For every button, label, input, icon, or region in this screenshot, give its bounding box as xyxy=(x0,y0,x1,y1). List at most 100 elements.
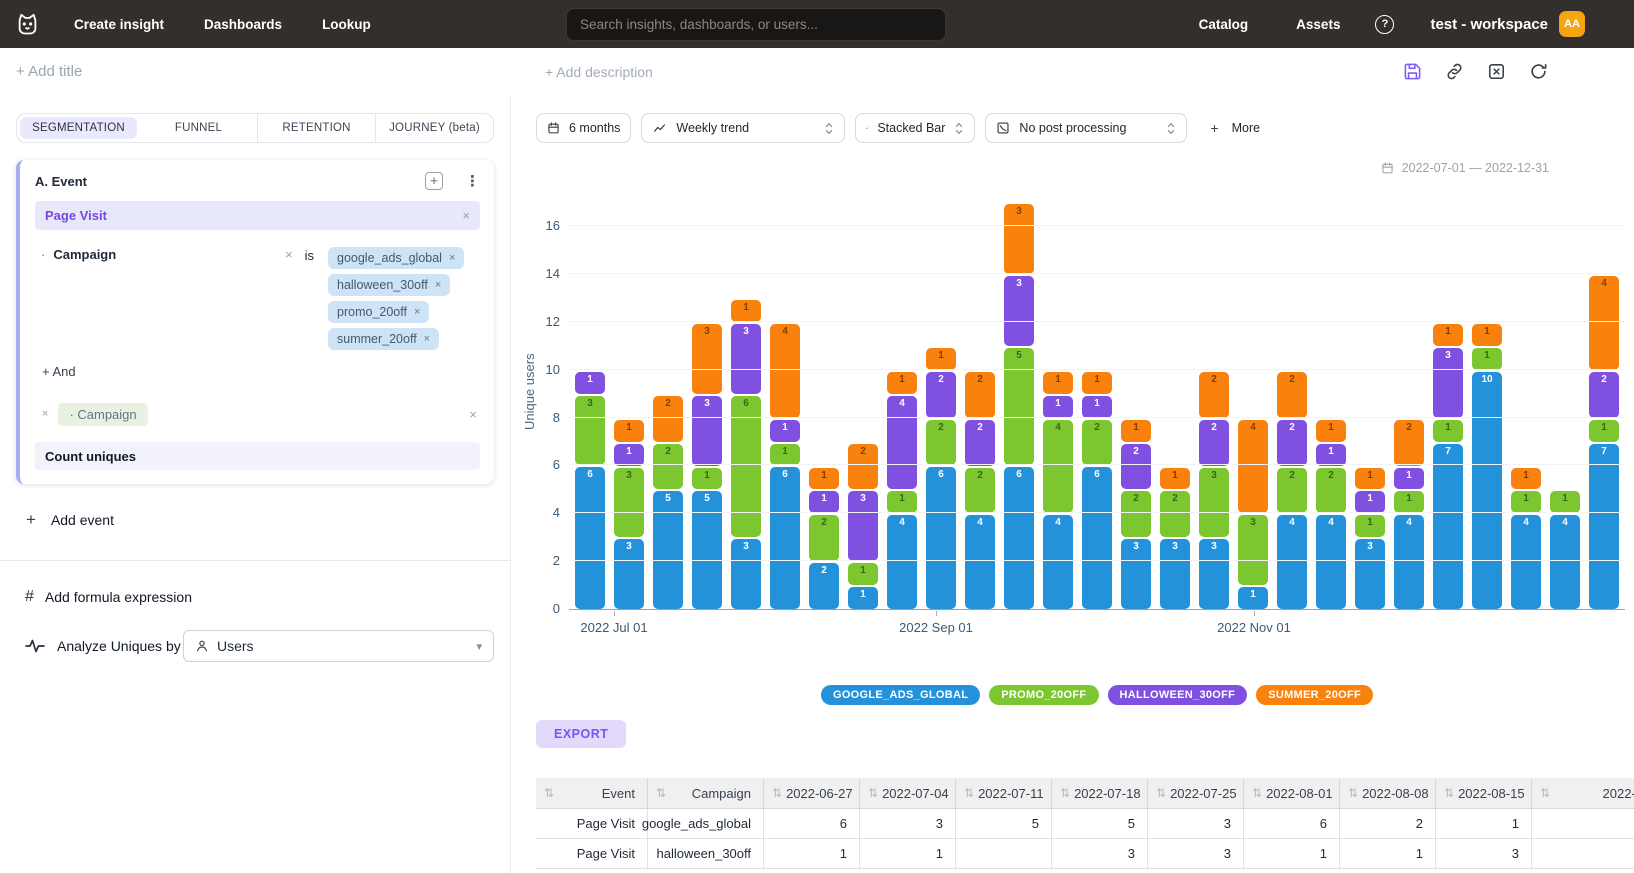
filter-value-tag[interactable]: halloween_30off× xyxy=(328,274,450,296)
bar-value-label: 2 xyxy=(1121,494,1151,504)
sort-icon[interactable]: ⇅ xyxy=(1156,786,1166,800)
remove-tag-icon[interactable]: × xyxy=(435,280,441,291)
sort-icon[interactable]: ⇅ xyxy=(1060,786,1070,800)
bar-2022-07-11[interactable]: 225 xyxy=(653,394,683,609)
post-processing-select[interactable]: No post processing xyxy=(985,113,1187,143)
bar-2022-09-26[interactable]: 1126 xyxy=(1082,370,1112,609)
refresh-icon[interactable] xyxy=(1529,62,1548,81)
bar-2022-10-24[interactable]: 431 xyxy=(1238,418,1268,609)
breakdown-property[interactable]: · Campaign xyxy=(58,403,147,426)
help-icon[interactable]: ? xyxy=(1375,15,1394,34)
bar-2022-09-12[interactable]: 3356 xyxy=(1004,202,1034,609)
bar-2022-08-29[interactable]: 1226 xyxy=(926,346,956,609)
nav-catalog[interactable]: Catalog xyxy=(1199,17,1249,32)
sort-icon[interactable]: ⇅ xyxy=(1348,786,1358,800)
clear-breakdown-icon[interactable]: × xyxy=(469,408,477,421)
remove-tag-icon[interactable]: × xyxy=(414,307,420,318)
legend-halloween_30off[interactable]: HALLOWEEN_30OFF xyxy=(1107,685,1247,705)
tab-segmentation[interactable]: SEGMENTATION xyxy=(20,117,137,139)
nav-assets[interactable]: Assets xyxy=(1296,17,1340,32)
bar-2022-09-19[interactable]: 1144 xyxy=(1043,370,1073,609)
legend-summer_20off[interactable]: SUMMER_20OFF xyxy=(1256,685,1373,705)
remove-event-icon[interactable]: × xyxy=(462,209,470,222)
bar-2022-07-25[interactable]: 1363 xyxy=(731,298,761,609)
analyze-by-select[interactable]: Users ▾ xyxy=(183,630,494,662)
results-table: ⇅Event⇅Campaign⇅2022-06-27⇅2022-07-04⇅20… xyxy=(536,778,1634,869)
bar-2022-12-26[interactable]: 4217 xyxy=(1589,274,1619,609)
bar-2022-09-05[interactable]: 2224 xyxy=(965,370,995,609)
bar-segment-summer_20off: 2 xyxy=(653,396,683,442)
bar-value-label: 1 xyxy=(1472,327,1502,337)
remove-tag-icon[interactable]: × xyxy=(449,253,455,264)
bar-2022-12-19[interactable]: 14 xyxy=(1550,489,1580,609)
bar-2022-07-18[interactable]: 3315 xyxy=(692,322,722,609)
more-options-button[interactable]: + More xyxy=(1197,120,1273,136)
sort-icon[interactable]: ⇅ xyxy=(1540,786,1550,800)
trend-interval-select[interactable]: Weekly trend xyxy=(641,113,845,143)
sort-icon[interactable]: ⇅ xyxy=(1252,786,1262,800)
remove-tag-icon[interactable]: × xyxy=(424,334,430,345)
bar-2022-10-03[interactable]: 1223 xyxy=(1121,418,1151,609)
user-avatar[interactable]: AA xyxy=(1559,11,1585,37)
nav-create-insight[interactable]: Create insight xyxy=(74,17,164,32)
nav-lookup[interactable]: Lookup xyxy=(322,17,371,32)
add-and-condition[interactable]: + And xyxy=(42,364,480,379)
chart-type-select[interactable]: Stacked Bar xyxy=(855,113,975,143)
event-options-kebab-icon[interactable]: ⋮ xyxy=(465,172,480,190)
bar-2022-11-21[interactable]: 2114 xyxy=(1394,418,1424,609)
bar-2022-12-12[interactable]: 114 xyxy=(1511,466,1541,609)
sort-icon[interactable]: ⇅ xyxy=(544,786,554,800)
tab-journey-beta-[interactable]: JOURNEY (beta) xyxy=(375,114,493,142)
nav-dashboards[interactable]: Dashboards xyxy=(204,17,282,32)
filter-property[interactable]: Campaign xyxy=(53,247,116,262)
bar-segment-google_ads_global: 5 xyxy=(692,491,722,609)
sort-icon[interactable]: ⇅ xyxy=(964,786,974,800)
export-button[interactable]: EXPORT xyxy=(536,720,626,748)
bar-2022-11-28[interactable]: 1317 xyxy=(1433,322,1463,609)
bar-2022-08-01[interactable]: 4116 xyxy=(770,322,800,609)
event-selector[interactable]: Page Visit × xyxy=(35,201,480,230)
bar-value-label: 1 xyxy=(1316,447,1346,457)
app-logo-cat-icon[interactable] xyxy=(12,9,42,39)
sort-icon[interactable]: ⇅ xyxy=(1444,786,1454,800)
bar-2022-12-05[interactable]: 1110 xyxy=(1472,322,1502,609)
bar-2022-06-27[interactable]: 136 xyxy=(575,370,605,609)
bar-2022-08-08[interactable]: 1122 xyxy=(809,466,839,609)
sort-icon[interactable]: ⇅ xyxy=(868,786,878,800)
bar-2022-07-04[interactable]: 1133 xyxy=(614,418,644,609)
bar-2022-10-10[interactable]: 123 xyxy=(1160,466,1190,609)
add-formula-button[interactable]: # Add formula expression xyxy=(25,588,494,606)
sort-icon[interactable]: ⇅ xyxy=(772,786,782,800)
add-filter-icon[interactable]: + xyxy=(425,172,443,190)
workspace-name[interactable]: test - workspace xyxy=(1430,16,1548,33)
legend-promo_20off[interactable]: PROMO_20OFF xyxy=(989,685,1098,705)
search-input[interactable] xyxy=(566,8,946,41)
bar-2022-11-14[interactable]: 1113 xyxy=(1355,466,1385,609)
bar-2022-10-31[interactable]: 2224 xyxy=(1277,370,1307,609)
sort-icon[interactable]: ⇅ xyxy=(656,786,666,800)
filter-value-tag[interactable]: google_ads_global× xyxy=(328,247,464,269)
remove-filter-icon[interactable]: × xyxy=(285,248,293,261)
add-event-button[interactable]: + Add event xyxy=(26,510,494,530)
bar-2022-11-07[interactable]: 1124 xyxy=(1316,418,1346,609)
bar-2022-08-15[interactable]: 2311 xyxy=(848,442,878,609)
bar-2022-08-22[interactable]: 1414 xyxy=(887,370,917,609)
save-icon[interactable] xyxy=(1403,62,1422,81)
tab-retention[interactable]: RETENTION xyxy=(257,114,375,142)
filter-value-tag[interactable]: promo_20off× xyxy=(328,301,429,323)
tab-funnel[interactable]: FUNNEL xyxy=(140,114,257,142)
date-preset-button[interactable]: 6 months xyxy=(536,113,631,143)
bar-value-label: 1 xyxy=(1511,471,1541,481)
bar-2022-10-17[interactable]: 2233 xyxy=(1199,370,1229,609)
close-insight-icon[interactable] xyxy=(1487,62,1506,81)
remove-breakdown-icon[interactable]: × xyxy=(42,409,48,420)
add-description-button[interactable]: + Add description xyxy=(545,64,653,80)
bar-segment-halloween_30off: 3 xyxy=(731,324,761,394)
add-title-button[interactable]: + Add title xyxy=(16,63,82,80)
filter-value-tag[interactable]: summer_20off× xyxy=(328,328,439,350)
copy-link-icon[interactable] xyxy=(1445,62,1464,81)
cell-campaign: halloween_30off xyxy=(648,839,764,868)
legend-google_ads_global[interactable]: GOOGLE_ADS_GLOBAL xyxy=(821,685,980,705)
filter-operator[interactable]: is xyxy=(305,248,314,263)
aggregation-selector[interactable]: Count uniques xyxy=(35,442,480,470)
